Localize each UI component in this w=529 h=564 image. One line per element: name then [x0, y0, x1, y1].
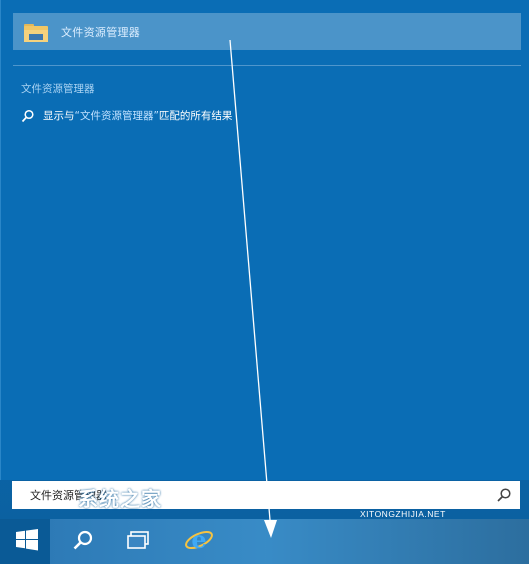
windows-logo-icon [15, 528, 39, 556]
folder-icon [23, 19, 49, 45]
show-all-results-link[interactable]: 显示与“文件资源管理器”匹配的所有结果 [21, 106, 232, 124]
show-all-results-text: 显示与“文件资源管理器”匹配的所有结果 [43, 108, 232, 123]
search-icon [72, 529, 94, 555]
section-heading: 文件资源管理器 [21, 83, 95, 95]
results-prefix: 显示与 [43, 109, 75, 122]
watermark-subtitle: XITONGZHIJIA.NET [360, 509, 446, 519]
ie-icon: e [184, 525, 214, 559]
watermark-title: 系统之家 [78, 487, 162, 511]
top-result-file-explorer[interactable]: 文件资源管理器 [13, 13, 521, 50]
divider [13, 65, 521, 66]
search-icon[interactable] [496, 487, 512, 503]
search-results-panel: 文件资源管理器 文件资源管理器 显示与“文件资源管理器”匹配的所有结果 [0, 0, 529, 480]
taskbar-search-button[interactable] [60, 519, 106, 564]
internet-explorer-button[interactable]: e [176, 519, 222, 564]
task-view-icon [126, 530, 150, 554]
search-icon [21, 108, 35, 123]
start-button[interactable] [4, 519, 50, 564]
task-view-button[interactable] [115, 519, 161, 564]
top-result-label: 文件资源管理器 [61, 25, 141, 39]
svg-text:e: e [191, 525, 206, 554]
results-suffix: 匹配的所有结果 [158, 109, 233, 122]
taskbar: e [0, 519, 529, 564]
results-query: “文件资源管理器” [74, 109, 159, 122]
